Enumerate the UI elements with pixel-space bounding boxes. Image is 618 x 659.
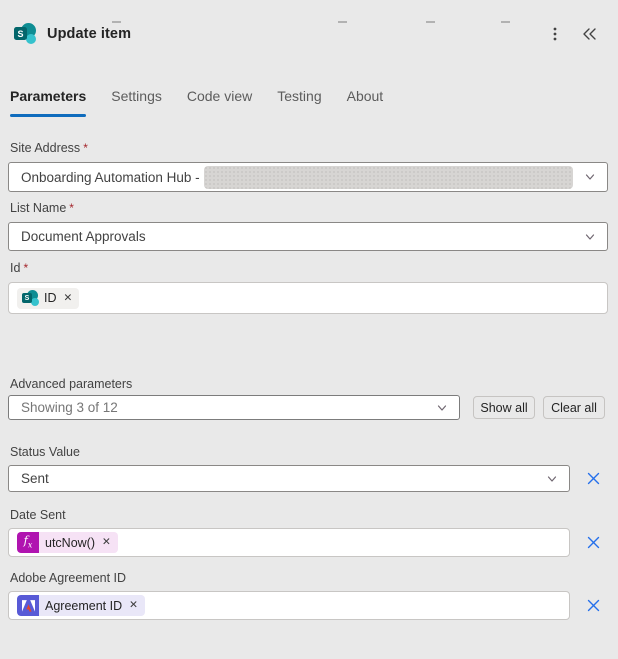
tab-parameters[interactable]: Parameters (10, 88, 86, 117)
status-value-dropdown[interactable]: Sent (8, 465, 570, 492)
site-address-value: Onboarding Automation Hub - (21, 170, 200, 185)
tab-label: Parameters (10, 88, 86, 104)
agreement-id-token-chip[interactable]: Agreement ID ✕ (17, 595, 145, 616)
tab-about[interactable]: About (347, 88, 384, 117)
date-sent-label: Date Sent (10, 508, 608, 523)
tab-code-view[interactable]: Code view (187, 88, 252, 117)
clear-field-button[interactable] (578, 471, 608, 486)
required-asterisk: * (83, 141, 88, 155)
status-value: Sent (21, 471, 49, 486)
remove-token-icon[interactable]: ✕ (129, 600, 138, 611)
required-asterisk: * (69, 201, 74, 215)
redacted-value (204, 166, 573, 189)
list-name-label: List Name* (10, 201, 608, 216)
chevron-down-icon (583, 230, 597, 244)
parameters-panel: Site Address* Onboarding Automation Hub … (8, 141, 608, 620)
date-sent-input[interactable]: fx utcNow() ✕ (8, 528, 570, 557)
advanced-parameters-label: Advanced parameters (10, 377, 608, 392)
token-text: ID (44, 291, 57, 305)
double-chevron-left-icon (581, 26, 598, 42)
tab-settings[interactable]: Settings (111, 88, 162, 117)
list-name-dropdown[interactable]: Document Approvals (8, 222, 608, 251)
site-address-dropdown[interactable]: Onboarding Automation Hub - (8, 162, 608, 192)
advanced-parameters-value: Showing 3 of 12 (21, 400, 118, 415)
top-edge-dash (338, 21, 347, 23)
clear-all-button[interactable]: Clear all (543, 396, 605, 419)
remove-token-icon[interactable]: ✕ (64, 293, 73, 304)
tab-label: Code view (187, 88, 252, 104)
id-label: Id* (10, 261, 608, 276)
token-text: Agreement ID (45, 599, 122, 613)
site-address-label: Site Address* (10, 141, 608, 156)
chevron-down-icon (435, 401, 449, 415)
tab-label: About (347, 88, 384, 104)
collapse-panel-button[interactable] (574, 19, 604, 49)
list-name-value: Document Approvals (21, 229, 146, 244)
sharepoint-icon: S (14, 23, 37, 46)
adobe-sign-icon (17, 595, 39, 616)
remove-token-icon[interactable]: ✕ (102, 537, 111, 548)
top-edge-dash (426, 21, 435, 23)
clear-field-button[interactable] (578, 598, 608, 613)
advanced-parameters-dropdown[interactable]: Showing 3 of 12 (8, 395, 460, 420)
id-input[interactable]: S ID ✕ (8, 282, 608, 314)
required-asterisk: * (23, 261, 28, 275)
fx-expression-icon: fx (17, 532, 39, 553)
sharepoint-icon: S (22, 290, 39, 307)
action-header: S Update item (14, 21, 604, 47)
token-text: utcNow() (45, 536, 95, 550)
clear-x-icon (586, 598, 601, 613)
ellipsis-vertical-icon (548, 26, 562, 42)
advanced-parameters-row: Showing 3 of 12 Show all Clear all (8, 395, 608, 420)
tab-label: Settings (111, 88, 162, 104)
show-all-button[interactable]: Show all (473, 396, 535, 419)
adobe-agreement-id-label: Adobe Agreement ID (10, 571, 608, 586)
clear-field-button[interactable] (578, 535, 608, 550)
id-token-chip[interactable]: S ID ✕ (17, 288, 79, 309)
top-edge-dash (501, 21, 510, 23)
status-value-label: Status Value (10, 445, 608, 460)
adobe-agreement-id-input[interactable]: Agreement ID ✕ (8, 591, 570, 620)
clear-x-icon (586, 535, 601, 550)
active-tab-underline (10, 114, 86, 117)
more-options-button[interactable] (540, 19, 570, 49)
chevron-down-icon (545, 472, 559, 486)
expression-token-chip[interactable]: fx utcNow() ✕ (17, 532, 118, 553)
tab-bar: Parameters Settings Code view Testing Ab… (10, 88, 618, 117)
clear-x-icon (586, 471, 601, 486)
tab-label: Testing (277, 88, 321, 104)
tab-testing[interactable]: Testing (277, 88, 321, 117)
chevron-down-icon (583, 170, 597, 184)
action-title: Update item (47, 26, 131, 42)
top-edge-dash (112, 21, 121, 23)
